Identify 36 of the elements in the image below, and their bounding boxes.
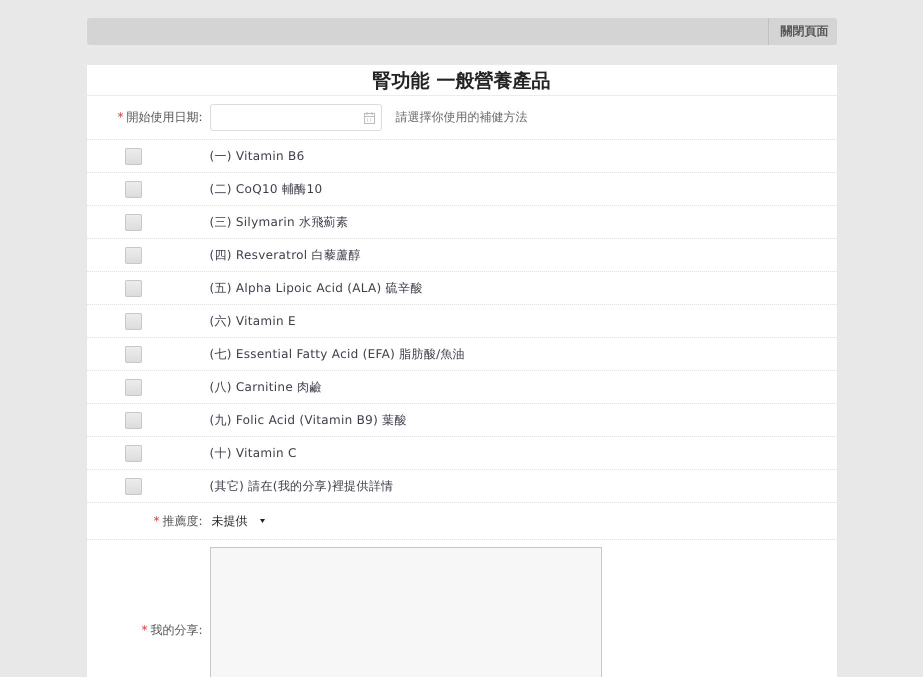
checkbox[interactable]: [124, 312, 142, 330]
option-label: (二) CoQ10 輔酶10: [210, 180, 322, 198]
close-page-button[interactable]: 關閉頁面: [768, 18, 836, 45]
checkbox[interactable]: [124, 378, 142, 396]
rating-dropdown[interactable]: 未提供: [212, 512, 264, 530]
option-label: (六) Vitamin E: [210, 312, 296, 330]
checkbox[interactable]: [124, 180, 142, 198]
required-mark: *: [117, 110, 124, 124]
share-text-area[interactable]: [210, 547, 602, 677]
checkbox[interactable]: [124, 478, 142, 494]
required-mark: *: [141, 622, 148, 636]
checkbox[interactable]: [124, 412, 142, 428]
date-field[interactable]: [210, 104, 382, 131]
option-label: (十) Vitamin C: [210, 444, 297, 462]
checkbox[interactable]: [124, 444, 142, 462]
field-label: 我的分享:: [150, 622, 202, 636]
checkbox[interactable]: [124, 246, 142, 264]
form-title: 腎功能 一般營養產品: [86, 65, 836, 96]
caret-icon: [260, 519, 264, 523]
checkbox[interactable]: [124, 346, 142, 362]
option-label: (七) Essential Fatty Acid (EFA) 脂肪酸/魚油: [210, 346, 466, 362]
option-label: (三) Silymarin 水飛薊素: [210, 214, 348, 230]
calendar-icon: [364, 112, 374, 124]
option-label: (一) Vitamin B6: [210, 148, 305, 164]
field-label: 推薦度:: [162, 514, 202, 528]
checkbox[interactable]: [124, 280, 142, 296]
checkbox[interactable]: [124, 214, 142, 230]
option-label: (九) Folic Acid (Vitamin B9) 葉酸: [210, 412, 407, 428]
option-label: (其它) 請在(我的分享)裡提供詳情: [210, 478, 394, 494]
hint-text: 請選擇你使用的補健方法: [396, 109, 528, 126]
option-label: (四) Resveratrol 白藜蘆醇: [210, 246, 361, 264]
option-label: (八) Carnitine 肉鹼: [210, 378, 322, 396]
required-mark: *: [153, 514, 160, 528]
option-label: (五) Alpha Lipoic Acid (ALA) 硫辛酸: [210, 280, 423, 296]
checkbox[interactable]: [124, 148, 142, 164]
field-label: 開始使用日期:: [126, 110, 202, 124]
